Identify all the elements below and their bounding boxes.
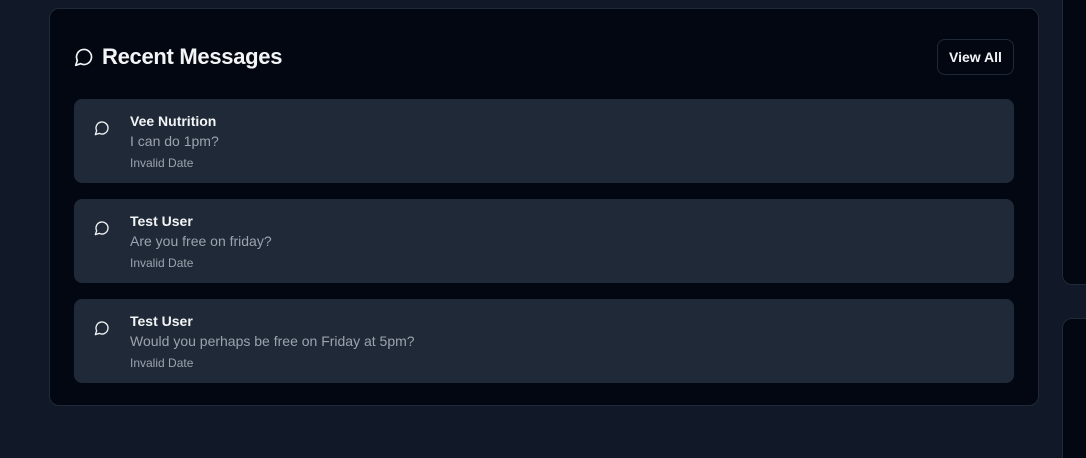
message-body: Test User Are you free on friday? Invali… [130, 213, 998, 271]
message-text: Would you perhaps be free on Friday at 5… [130, 333, 415, 349]
message-circle-icon [74, 47, 94, 67]
message-item[interactable]: Test User Are you free on friday? Invali… [74, 199, 1014, 283]
message-sender: Test User [130, 213, 193, 229]
message-item[interactable]: Vee Nutrition I can do 1pm? Invalid Date [74, 99, 1014, 183]
card-header: Recent Messages View All [74, 39, 1014, 75]
message-item[interactable]: Test User Would you perhaps be free on F… [74, 299, 1014, 383]
title-wrap: Recent Messages [74, 39, 282, 75]
message-body: Test User Would you perhaps be free on F… [130, 313, 998, 371]
dashboard-page: Recent Messages View All Vee Nutrition I… [0, 0, 1086, 458]
message-body: Vee Nutrition I can do 1pm? Invalid Date [130, 113, 998, 171]
side-panel-bottom [1062, 318, 1086, 458]
message-text: Are you free on friday? [130, 233, 272, 249]
message-circle-icon [93, 119, 111, 137]
card-title: Recent Messages [102, 44, 283, 69]
message-time: Invalid Date [130, 256, 194, 270]
message-sender: Vee Nutrition [130, 113, 217, 129]
side-panel-top [1062, 0, 1086, 285]
message-text: I can do 1pm? [130, 133, 219, 149]
message-circle-icon [93, 319, 111, 337]
message-time: Invalid Date [130, 156, 194, 170]
message-sender: Test User [130, 313, 193, 329]
message-list: Vee Nutrition I can do 1pm? Invalid Date… [74, 99, 1014, 399]
message-time: Invalid Date [130, 356, 194, 370]
message-circle-icon [93, 219, 111, 237]
view-all-button[interactable]: View All [937, 39, 1014, 75]
recent-messages-card: Recent Messages View All Vee Nutrition I… [49, 8, 1039, 406]
